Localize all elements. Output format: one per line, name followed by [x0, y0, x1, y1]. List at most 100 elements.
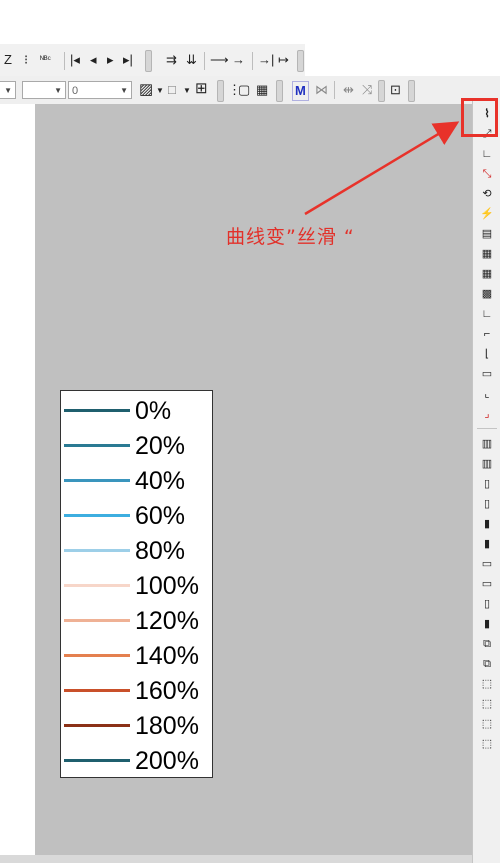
m-icon[interactable]: M	[292, 81, 309, 101]
toolbar-formatting: Z ⁝ ᴺᴮᶜ |◂ ◂ ▸ ▸| ⇉ ⇊ ⟶ → →| ↦	[0, 44, 305, 77]
select-icon[interactable]: ⬚	[478, 716, 496, 732]
border-icon[interactable]: □	[168, 81, 176, 99]
align-icon[interactable]: ▮	[478, 516, 496, 532]
align-icon[interactable]: ▮	[478, 536, 496, 552]
legend-line	[64, 479, 130, 482]
legend-entry: 100%	[61, 568, 212, 602]
box-icon[interactable]: ▢	[238, 81, 250, 99]
legend-label: 100%	[135, 572, 199, 600]
corner-icon[interactable]: ⌐	[478, 326, 496, 342]
arrow-right-button[interactable]: ▸	[107, 51, 114, 69]
right-toolbar: ⌇ ⤢ ∟ ⤡ ⟲ ⚡ ▤ ▦ ▦ ▩ ∟ ⌐ ⌊ ▭ ⌞ ⌟ ▥ ▥ ▯ ▯ ▮ ▮ ▭ ▭ ▯ ▮ ⧉ ⧉ ⬚ ⬚ ⬚ ⬚	[472, 100, 500, 863]
grid-icon[interactable]: ▦	[478, 246, 496, 262]
group-icon[interactable]: ⧉	[478, 636, 496, 652]
legend-entry: 200%	[61, 743, 212, 777]
axis-icon[interactable]: ∟	[478, 146, 496, 162]
legend-entry: 140%	[61, 638, 212, 672]
legend-label: 80%	[135, 537, 186, 565]
fill-pattern-icon[interactable]: ▨	[139, 81, 153, 99]
align-icon[interactable]: ⇹	[343, 81, 354, 99]
distribute-icon[interactable]: ▭	[478, 556, 496, 572]
cross-icon[interactable]: ⋈	[315, 81, 328, 99]
rotate-icon[interactable]: ⟲	[478, 186, 496, 202]
distribute-icon[interactable]: ▯	[478, 596, 496, 612]
toolbar-separator	[252, 52, 253, 70]
toolbar-grip[interactable]	[276, 80, 283, 102]
size-combo[interactable]: 0 ▼	[68, 81, 132, 99]
lock-icon[interactable]: ⊡	[390, 81, 401, 99]
chevron-down-icon[interactable]: ▼	[183, 82, 191, 100]
chevron-down-icon: ▼	[4, 86, 12, 95]
legend-label: 20%	[135, 432, 186, 460]
toolbar-separator	[64, 52, 65, 70]
toolbar-grip[interactable]	[217, 80, 224, 102]
toolbar-drawing: ▼ ▼ 0 ▼ ▨ ▼ □ ▼ ⊞ ⋮ ▢ ▦ M ⋈ ⇹ ⤨ ⊡	[0, 76, 500, 105]
toolbar-grip[interactable]	[145, 50, 152, 72]
font-combo[interactable]: ▼	[0, 81, 16, 99]
style-combo[interactable]: ▼	[22, 81, 66, 99]
select-icon[interactable]: ⬚	[478, 736, 496, 752]
rect-icon[interactable]: ▭	[478, 366, 496, 382]
corner-icon[interactable]: ∟	[478, 306, 496, 322]
arrow-plain-button[interactable]: →	[232, 51, 245, 69]
legend-entry: 160%	[61, 673, 212, 707]
text-nbc-button[interactable]: ᴺᴮᶜ	[40, 50, 51, 68]
table-icon[interactable]: ⊞	[195, 80, 208, 98]
legend-line	[64, 584, 130, 587]
toolbar-separator	[477, 428, 497, 429]
document-sheet-header	[0, 104, 35, 165]
arrow-tail-button[interactable]: ↦	[278, 51, 289, 69]
indent-button[interactable]: ⇉	[166, 51, 177, 69]
scatter-icon[interactable]: ⤨	[362, 81, 372, 99]
lightning-icon[interactable]: ⚡	[478, 206, 496, 222]
toolbar-grip[interactable]	[408, 80, 415, 102]
toolbar-grip[interactable]	[297, 50, 304, 72]
legend-label: 40%	[135, 467, 186, 495]
select-icon[interactable]: ⬚	[478, 676, 496, 692]
text-z-button[interactable]: Z	[4, 51, 12, 69]
align-icon[interactable]: ▯	[478, 476, 496, 492]
arrow-end-button[interactable]: →|	[258, 51, 274, 69]
select-icon[interactable]: ⬚	[478, 696, 496, 712]
toolbar-separator	[334, 81, 335, 99]
legend-line	[64, 444, 130, 447]
layout-icon[interactable]: ▥	[478, 436, 496, 452]
legend[interactable]: 0% 20% 40% 60% 80% 100% 120% 140% 160% 1…	[60, 390, 213, 778]
group-icon[interactable]: ⧉	[478, 656, 496, 672]
distribute-icon[interactable]: ▭	[478, 576, 496, 592]
chevron-down-icon[interactable]: ▼	[156, 82, 164, 100]
chevron-down-icon: ▼	[54, 86, 62, 95]
corner-icon[interactable]: ⌞	[478, 386, 496, 402]
arrow-last-button[interactable]: ▸|	[123, 51, 133, 69]
size-combo-value: 0	[72, 85, 79, 97]
align-icon[interactable]: ▯	[478, 496, 496, 512]
grid-color-icon[interactable]: ▩	[478, 286, 496, 302]
corner-icon[interactable]: ⌊	[478, 346, 496, 362]
legend-entry: 180%	[61, 708, 212, 742]
arrow-left-button[interactable]: ◂	[90, 51, 97, 69]
frame-icon[interactable]: ▤	[478, 226, 496, 242]
tab-button[interactable]: ⇊	[186, 51, 197, 69]
legend-line	[64, 514, 130, 517]
status-strip	[0, 855, 472, 863]
legend-label: 140%	[135, 642, 199, 670]
legend-label: 0%	[135, 397, 172, 425]
legend-line	[64, 619, 130, 622]
legend-label: 160%	[135, 677, 199, 705]
layout-icon[interactable]: ▥	[478, 456, 496, 472]
text-dots-button[interactable]: ⁝	[24, 51, 28, 69]
toolbar-grip[interactable]	[378, 80, 385, 102]
top-strip	[0, 0, 500, 28]
distribute-icon[interactable]: ▮	[478, 616, 496, 632]
legend-line	[64, 724, 130, 727]
legend-line	[64, 409, 130, 412]
arrow-first-button[interactable]: |◂	[70, 51, 80, 69]
corner-red-icon[interactable]: ⌟	[478, 406, 496, 422]
grid-icon[interactable]: ▦	[256, 81, 268, 99]
legend-entry: 120%	[61, 603, 212, 637]
legend-label: 120%	[135, 607, 199, 635]
axis-red-icon[interactable]: ⤡	[478, 166, 496, 182]
arrow-to-button[interactable]: ⟶	[210, 51, 229, 69]
highlight-box	[461, 98, 498, 137]
grid-icon[interactable]: ▦	[478, 266, 496, 282]
